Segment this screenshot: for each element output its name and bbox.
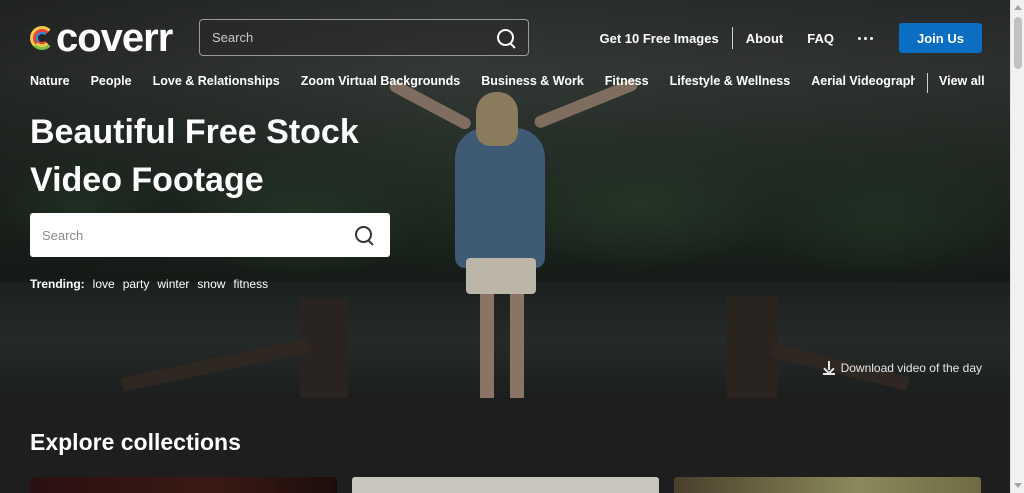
header-search-input[interactable]	[212, 30, 496, 45]
person-shorts	[466, 258, 536, 294]
category-link[interactable]: Zoom Virtual Backgrounds	[301, 74, 461, 88]
collection-card[interactable]	[30, 477, 337, 493]
join-us-button[interactable]: Join Us	[899, 23, 982, 53]
category-link[interactable]: Nature	[30, 74, 70, 88]
download-icon	[822, 361, 835, 375]
collection-card[interactable]	[352, 477, 659, 493]
trending-tag[interactable]: snow	[197, 277, 225, 291]
person-shirt	[455, 128, 545, 268]
trending-tag[interactable]: love	[93, 277, 115, 291]
download-video-of-day[interactable]: Download video of the day	[822, 361, 982, 375]
search-icon[interactable]	[354, 225, 374, 245]
nav-divider	[731, 27, 733, 49]
person-leg-right	[510, 292, 524, 398]
category-link[interactable]: Fitness	[605, 74, 649, 88]
scroll-down-arrow-icon[interactable]	[1014, 483, 1022, 488]
collections-section: Explore collections	[0, 398, 1010, 493]
search-icon[interactable]	[496, 28, 516, 48]
category-link[interactable]: Lifestyle & Wellness	[670, 74, 791, 88]
coverr-logo[interactable]: coverr	[30, 16, 173, 60]
trending-tag[interactable]: fitness	[233, 277, 268, 291]
category-link[interactable]: People	[91, 74, 132, 88]
view-all-link[interactable]: View all	[939, 74, 985, 88]
vertical-scrollbar[interactable]	[1010, 0, 1024, 493]
collection-card[interactable]	[674, 477, 981, 493]
logo-text: coverr	[56, 16, 173, 60]
nav-free-images[interactable]: Get 10 Free Images	[587, 31, 730, 46]
nav-about[interactable]: About	[734, 31, 796, 46]
trending-tags: Trending: love party winter snow fitness	[30, 277, 268, 291]
category-link[interactable]: Love & Relationships	[153, 74, 280, 88]
header-search-box[interactable]	[199, 19, 529, 56]
hero-title: Beautiful Free Stock Video Footage	[30, 113, 359, 199]
more-icon[interactable]	[846, 36, 889, 40]
trending-tag[interactable]: party	[123, 277, 150, 291]
top-nav: Get 10 Free Images About FAQ Join Us	[587, 23, 982, 53]
category-nav: Nature People Love & Relationships Zoom Vir…	[30, 74, 915, 92]
person-leg-left	[480, 292, 494, 398]
nav-faq[interactable]: FAQ	[795, 31, 846, 46]
collections-title: Explore collections	[30, 429, 241, 455]
download-label: Download video of the day	[840, 361, 982, 375]
scroll-up-arrow-icon[interactable]	[1014, 5, 1022, 10]
category-link[interactable]: Business & Work	[481, 74, 584, 88]
category-divider	[927, 73, 928, 93]
logo-rainbow-icon	[30, 26, 54, 50]
person-head	[476, 92, 518, 146]
trending-tag[interactable]: winter	[157, 277, 189, 291]
trending-label: Trending:	[30, 277, 85, 291]
pier-post-right	[726, 296, 778, 398]
hero-search-box[interactable]	[30, 213, 390, 257]
scroll-thumb[interactable]	[1014, 17, 1022, 69]
hero-search-input[interactable]	[42, 227, 354, 243]
category-link[interactable]: Aerial Videography	[811, 74, 915, 88]
